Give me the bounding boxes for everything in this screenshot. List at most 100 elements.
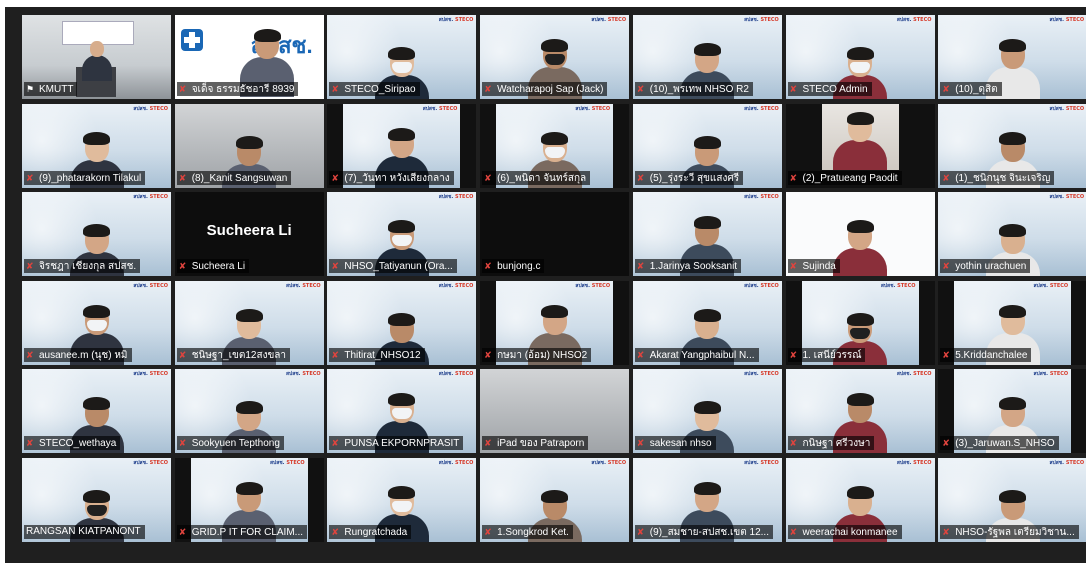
participant-name-label: ✘ (9)_phatarakorn Tilakul [24, 170, 146, 185]
participant-hair [693, 216, 721, 229]
face-mask [391, 408, 412, 419]
participant-name-label: ✘ 5.Kriddanchalee [940, 347, 1032, 362]
participant-tile[interactable]: สปสช. STECO ✘ GRID.P IT FOR CLAIM... [174, 457, 324, 542]
participant-tile[interactable]: สปสช. STECO ✘ NHSO_Tatiyanun (Ora... [327, 192, 477, 276]
logo-nhso-text: สปสช. [133, 282, 148, 289]
participant-hair [693, 43, 721, 56]
logo-steco-text: STECO [439, 105, 458, 112]
participant-name: bunjong.c [497, 261, 541, 272]
participant-tile[interactable]: สปสช. STECO ✘ (9)_สมชาย-สปสช.เขต 12... [632, 457, 782, 542]
participant-hair [846, 220, 874, 233]
participant-tile[interactable]: สปสช. STECO ✘ (7)_วันทา หวังเสียงกลาง [327, 103, 477, 188]
participant-tile[interactable]: สปสช. STECO ✘ (9)_phatarakorn Tilakul [22, 103, 171, 188]
participant-tile[interactable]: สปสช. STECO ✘ กนิษฐา ศรีวงษา [785, 369, 935, 453]
participant-name: 1.Songkrod Ket. [497, 526, 569, 538]
background-logo: สปสช. STECO [575, 283, 610, 289]
participant-name: ausanee.m (นุช) หมิ [39, 349, 128, 361]
background-logo: สปสช. STECO [881, 283, 916, 289]
face-mask [86, 319, 107, 331]
participant-hair [83, 489, 110, 503]
logo-nhso-text: สปสช. [575, 105, 590, 112]
logo-nhso-text: สปสช. [1049, 459, 1065, 466]
face-mask [544, 54, 565, 65]
participant-tile[interactable]: สปสช. STECO ✘ NHSO-รัฐพล เตรียมวิชาน... [938, 457, 1086, 542]
participant-tile[interactable]: ✘ (2)_Pratueang Paodit [785, 103, 935, 188]
participant-name: (6)_พนิดา จันทร์สกุล [497, 172, 587, 184]
participant-tile[interactable]: สปสช. STECO ✘ STECO_Siripao [327, 15, 477, 99]
participant-name-label: ✘ (10)_พรเทพ NHSO R2 [634, 82, 753, 96]
participant-name: (3)_Jaruwan.S_NHSO [955, 438, 1055, 449]
participant-tile[interactable]: สปสช. STECO ✘ ausanee.m (นุช) หมิ [22, 280, 171, 365]
participant-hair [83, 131, 110, 145]
participant-hair [541, 39, 569, 52]
participant-video [821, 103, 899, 170]
participant-name-label: ✘ bunjong.c [482, 259, 545, 273]
logo-steco-text: STECO [913, 371, 932, 377]
participant-hair [235, 401, 263, 414]
participant-tile[interactable]: สปสช. STECO ✘ กษมา (อ้อม) NHSO2 [480, 280, 630, 365]
participant-tile[interactable]: สปสช. STECO ✘ Sookyuen Tepthong [174, 369, 324, 453]
participant-name-label: ✘ yothin urachuen [940, 259, 1031, 273]
participant-tile[interactable]: สปสช. ✘ จเด็จ ธรรมธัชอารี 8939 [174, 15, 324, 99]
participant-tile[interactable]: Sucheera Li ✘ Sucheera Li [174, 192, 324, 276]
participant-tile[interactable]: ⚑ KMUTT [22, 15, 171, 99]
participant-name-label: ✘ Akarat Yangphaibul N... [634, 347, 759, 362]
logo-nhso-text: สปสช. [286, 371, 301, 377]
participant-hair [83, 304, 110, 318]
participant-tile[interactable]: สปสช. STECO ✘ 1.Jarinya Sooksanit [632, 192, 782, 276]
face-mask [544, 146, 565, 158]
participant-hair [693, 481, 721, 495]
participant-tile[interactable]: สปสช. STECO ✘ Akarat Yangphaibul N... [632, 280, 782, 365]
participant-tile[interactable]: สปสช. STECO ✘ (3)_Jaruwan.S_NHSO [938, 369, 1086, 453]
participant-tile[interactable]: สปสช. STECO ✘ (6)_พนิดา จันทร์สกุล [480, 103, 630, 188]
logo-nhso-text: สปสช. [270, 459, 285, 466]
participant-tile[interactable]: สปสช. STECO ✘ (10)_พรเทพ NHSO R2 [632, 15, 782, 99]
logo-steco-text: STECO [302, 371, 321, 377]
participant-tile[interactable]: สปสช. STECO ✘ จิรชฎา เชียงกุล สปสช. [22, 192, 171, 276]
participant-name: 5.Kriddanchalee [955, 349, 1028, 361]
participant-hair [388, 47, 416, 60]
participant-tile[interactable]: สปสช. STECO ✘ (1)_ชนิกนุช จินะเจริญ [938, 103, 1086, 188]
participant-display-name: Sucheera Li [206, 222, 292, 239]
participant-tile[interactable]: ✘ iPad ของ Patraporn [480, 369, 630, 453]
muted-mic-icon: ✘ [484, 84, 492, 94]
participant-name: RANGSAN KIATPANONT [26, 525, 141, 537]
background-logo: สปสช. STECO [133, 194, 168, 200]
participant-hair [999, 489, 1027, 503]
participant-tile[interactable]: สปสช. STECO ✘ 5.Kriddanchalee [938, 280, 1086, 365]
participant-hair [846, 312, 874, 326]
background-logo: สปสช. STECO [897, 460, 932, 466]
participant-tile[interactable]: สปสช. STECO ✘ (10)_ดุสิต [938, 15, 1086, 99]
participant-tile[interactable]: สปสช. STECO ✘ STECO_wethaya [22, 369, 171, 453]
participant-tile[interactable]: สปสช. STECO ✘ Rungratchada [327, 457, 477, 542]
participant-tile[interactable]: สปสช. STECO ✘ ชนิษฐา_เขต12สงขลา [174, 280, 324, 365]
gallery-view: ⚑ KMUTT สปสช. ✘ จเด็จ ธรรมธัชอารี 8939 สปสช. … [5, 7, 1086, 563]
participant-tile[interactable]: สปสช. STECO ✘ Watcharapoj Sap (Jack) [480, 15, 630, 99]
participant-tile[interactable]: สปสช. STECO ✘ Thitirat_NHSO12 [327, 280, 477, 365]
background-logo: สปสช. STECO [1050, 17, 1085, 23]
participant-tile[interactable]: สปสช. STECO ✘ (5)_รุ่งระวี สุขแสงศรี [632, 103, 782, 188]
participant-tile[interactable]: สปสช. STECO ✘ 1.Songkrod Ket. [480, 457, 630, 542]
background-logo: สปสช. STECO [133, 371, 168, 377]
participant-name: จเด็จ ธรรมธัชอารี 8939 [191, 84, 295, 95]
participant-tile[interactable]: สปสช. STECO ✘ 1. เสนีย์วรรณ์ [785, 280, 935, 365]
logo-nhso-text: สปสช. [744, 459, 759, 466]
background-logo: สปสช. STECO [1050, 106, 1085, 112]
participant-tile[interactable]: สปสช. STECO ✘ PUNSA EKPORNPRASIT [327, 369, 477, 453]
participant-tile[interactable]: สปสช. STECO ✘ sakesan nhso [632, 369, 782, 453]
pin-icon[interactable]: ⚑ [26, 82, 39, 96]
participant-tile[interactable]: สปสช. STECO ✘ STECO Admin [785, 15, 935, 99]
participant-tile[interactable]: ✘ (8)_Kanit Sangsuwan [174, 103, 324, 188]
logo-steco-text: STECO [149, 194, 168, 200]
participant-tile[interactable]: ✘ bunjong.c [480, 192, 630, 276]
logo-steco-text: STECO [455, 17, 474, 23]
participant-tile[interactable]: สปสช. STECO ✘ weerachai konmanee [785, 457, 935, 542]
participant-name: NHSO-รัฐพล เตรียมวิชาน... [955, 526, 1075, 538]
participant-name-label: ✘ Thitirat_NHSO12 [329, 347, 425, 362]
background-logo: สปสช. STECO [439, 17, 474, 23]
participant-tile[interactable]: สปสช. STECO ✘ yothin urachuen [938, 192, 1086, 276]
participant-tile[interactable]: ✘ Sujinda [785, 192, 935, 276]
face-mask [850, 62, 870, 73]
participant-tile[interactable]: สปสช. STECO RANGSAN KIATPANONT [22, 457, 171, 542]
participant-name-label: ✘ STECO_Siripao [329, 82, 420, 96]
